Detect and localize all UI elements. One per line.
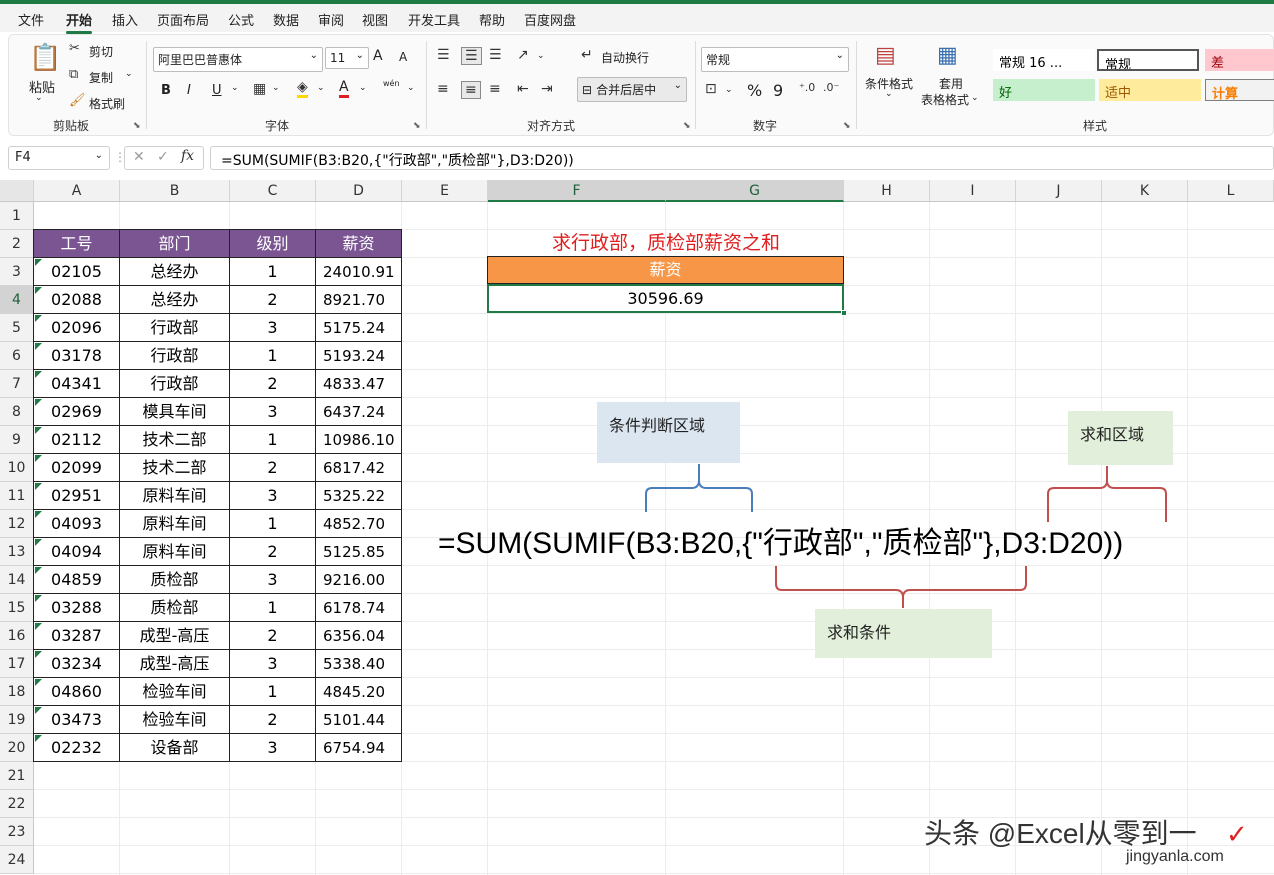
annotation-braces — [645, 464, 1167, 608]
watermark-site: jingyanla.com — [1126, 848, 1224, 865]
formula-illustration: =SUM(SUMIF(B3:B20,{"行政部","质检部"},D3:D20)) — [438, 527, 1124, 560]
watermark-author: 头条 @Excel从零到一 — [924, 818, 1197, 849]
brace-criteria — [775, 566, 1027, 608]
checkmark-icon: ✓ — [1226, 820, 1248, 850]
brace-criteria-range — [645, 464, 753, 512]
brace-sum-range — [1047, 466, 1167, 522]
